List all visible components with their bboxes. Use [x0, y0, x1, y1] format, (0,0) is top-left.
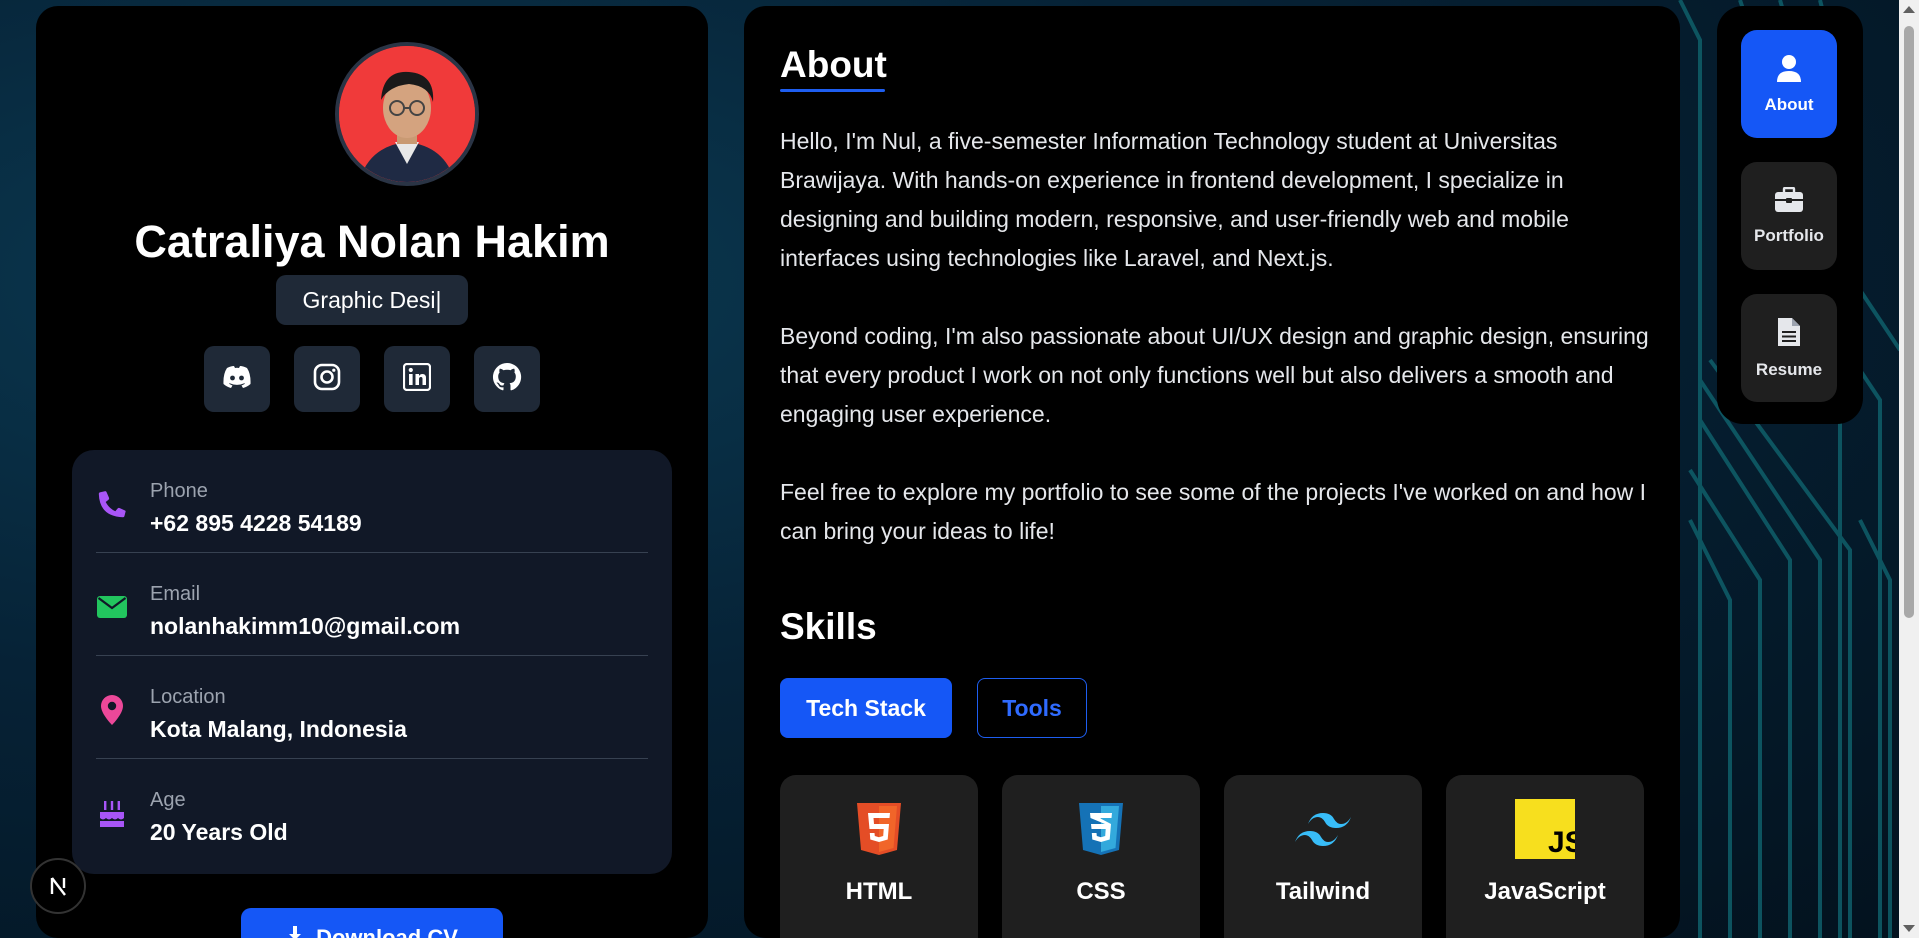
contact-label: Age	[150, 789, 186, 811]
contact-label: Location	[150, 686, 226, 708]
download-cv-label: Download CV	[316, 925, 458, 938]
html5-icon	[849, 799, 909, 859]
about-paragraph: Feel free to explore my portfolio to see…	[780, 479, 1647, 544]
skill-label: CSS	[1076, 878, 1126, 905]
phone-icon	[96, 488, 128, 520]
instagram-button[interactable]	[294, 346, 360, 412]
nextjs-icon	[50, 877, 66, 896]
contact-row-age: Age 20 Years Old	[96, 759, 648, 862]
scroll-thumb[interactable]	[1904, 26, 1914, 618]
contact-row-phone: Phone +62 895 4228 54189	[96, 450, 648, 553]
linkedin-button[interactable]	[384, 346, 450, 412]
avatar-photo	[339, 46, 475, 182]
scroll-up-icon[interactable]	[1903, 6, 1915, 13]
avatar	[335, 42, 479, 186]
about-heading: About	[780, 44, 887, 85]
nav-label: About	[1764, 94, 1814, 114]
scroll-down-icon[interactable]	[1903, 925, 1915, 932]
nav-item-portfolio[interactable]: Portfolio	[1741, 162, 1837, 270]
user-icon	[1776, 54, 1802, 87]
skill-label: Tailwind	[1275, 878, 1371, 905]
contact-info-card: Phone +62 895 4228 54189 Email nolanhaki…	[72, 450, 672, 874]
skill-card-tailwind: Tailwind	[1224, 775, 1422, 938]
contact-value[interactable]: nolanhakimm10@gmail.com	[150, 613, 460, 640]
contact-row-location: Location Kota Malang, Indonesia	[96, 656, 648, 759]
tab-tech-stack[interactable]: Tech Stack	[780, 678, 952, 738]
contact-label: Phone	[150, 480, 208, 502]
skill-card-html: HTML	[780, 775, 978, 938]
profile-card: Catraliya Nolan Hakim Graphic Desi| Phon…	[36, 6, 708, 938]
nav-item-about[interactable]: About	[1741, 30, 1837, 138]
nav-label: Resume	[1755, 359, 1823, 379]
instagram-icon	[313, 363, 341, 396]
tab-tools[interactable]: Tools	[977, 678, 1087, 738]
nextjs-dev-badge[interactable]	[30, 858, 86, 914]
briefcase-icon	[1774, 186, 1804, 218]
envelope-icon	[96, 591, 128, 623]
skills-heading: Skills	[780, 606, 877, 647]
download-icon	[286, 925, 304, 938]
nav-item-resume[interactable]: Resume	[1741, 294, 1837, 402]
about-paragraph: Hello, I'm Nul, a five-semester Informat…	[780, 128, 1569, 271]
skill-label: HTML	[845, 878, 913, 905]
document-icon	[1777, 317, 1801, 352]
typed-role: Graphic Desi|	[276, 275, 468, 325]
github-button[interactable]	[474, 346, 540, 412]
page-scrollbar[interactable]	[1899, 0, 1919, 938]
tailwind-icon	[1293, 799, 1353, 859]
contact-value: +62 895 4228 54189	[150, 510, 362, 536]
contact-label: Email	[150, 583, 201, 605]
contact-value: 20 Years Old	[150, 819, 288, 845]
skill-card-javascript: JS JavaScript	[1446, 775, 1644, 938]
map-pin-icon	[96, 694, 128, 726]
javascript-icon: JS	[1515, 799, 1575, 859]
download-cv-button[interactable]: Download CV	[241, 908, 503, 938]
discord-icon	[222, 365, 252, 394]
nav-label: Portfolio	[1754, 225, 1824, 245]
content-card: About Hello, I'm Nul, a five-semester In…	[744, 6, 1680, 938]
svg-text:JS: JS	[1548, 826, 1575, 859]
contact-value: Kota Malang, Indonesia	[150, 716, 407, 742]
linkedin-icon	[402, 362, 432, 396]
about-paragraph: Beyond coding, I'm also passionate about…	[780, 323, 1649, 427]
github-icon	[492, 362, 522, 397]
side-navigation: About Portfolio Resume	[1717, 6, 1863, 424]
about-heading-underline	[780, 89, 885, 92]
skill-label: JavaScript	[1484, 878, 1606, 905]
cake-icon	[96, 797, 128, 829]
discord-button[interactable]	[204, 346, 270, 412]
skill-card-css: CSS	[1002, 775, 1200, 938]
profile-name: Catraliya Nolan Hakim	[134, 216, 610, 267]
contact-row-email: Email nolanhakimm10@gmail.com	[96, 553, 648, 656]
css3-icon	[1071, 799, 1131, 859]
